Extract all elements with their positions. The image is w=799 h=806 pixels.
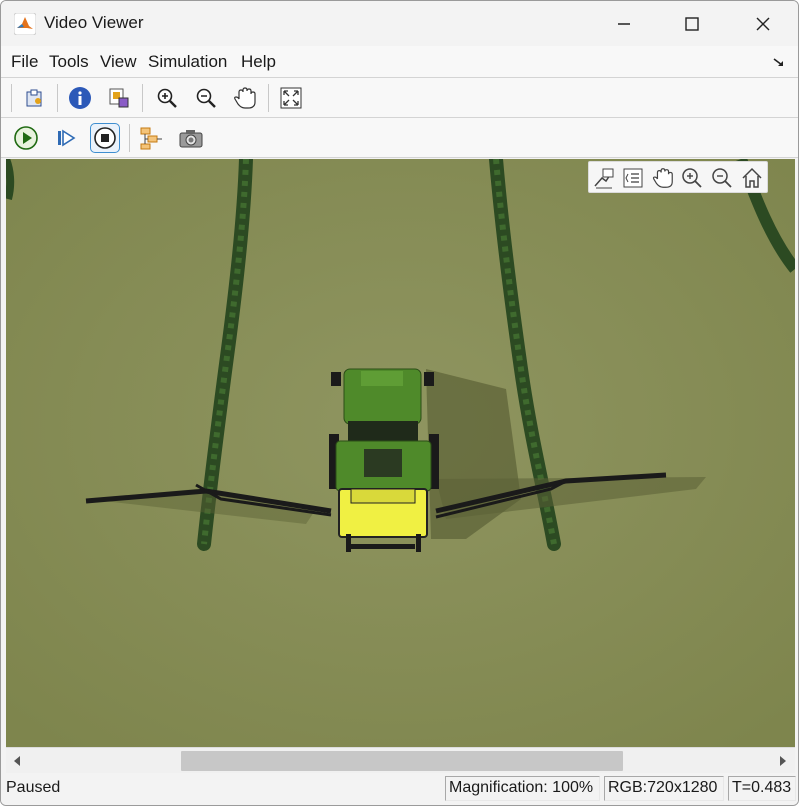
home-icon <box>742 167 762 188</box>
print-icon <box>26 89 42 107</box>
horizontal-scrollbar[interactable] <box>6 747 795 773</box>
menu-simulation[interactable]: Simulation <box>148 52 227 72</box>
zoom-in-icon <box>682 168 702 188</box>
play-icon <box>14 126 38 150</box>
scroll-left-button[interactable] <box>9 752 25 770</box>
snapshot-button[interactable] <box>176 123 206 153</box>
axes-pan-button[interactable] <box>649 164 677 192</box>
status-time: T=0.483 <box>728 776 796 801</box>
matlab-icon <box>14 13 36 35</box>
toolbar-separator <box>11 84 12 112</box>
toolbar-separator <box>268 84 269 112</box>
menu-tools[interactable]: Tools <box>49 52 89 72</box>
zoom-out-icon <box>196 88 216 108</box>
status-state: Paused <box>6 779 61 796</box>
window-title: Video Viewer <box>44 13 144 32</box>
axes-home-button[interactable] <box>738 164 766 192</box>
pan-hand-icon <box>652 168 673 188</box>
toolbar-separator <box>142 84 143 112</box>
undock-arrow-icon[interactable] <box>771 56 787 70</box>
toolbar-separator <box>57 84 58 112</box>
minimize-button[interactable] <box>589 1 659 46</box>
image-export-icon <box>109 88 129 108</box>
status-bar: Paused Magnification: 100% RGB:720x1280 … <box>1 773 798 805</box>
status-magnification: Magnification: 100% <box>445 776 600 801</box>
legend-icon <box>623 168 643 188</box>
highlight-block-icon <box>140 127 162 150</box>
highlight-block-button[interactable] <box>136 123 166 153</box>
toolbar-main <box>1 78 798 118</box>
step-forward-icon <box>58 129 76 147</box>
scroll-left-icon <box>14 756 20 766</box>
axes-zoom-out-button[interactable] <box>708 164 736 192</box>
minimize-icon <box>618 22 630 25</box>
menu-bar: File Tools View Simulation Help <box>1 46 798 78</box>
pan-button[interactable] <box>230 83 260 113</box>
legend-button[interactable] <box>619 164 647 192</box>
scroll-right-icon <box>780 756 786 766</box>
axes-zoom-in-button[interactable] <box>678 164 706 192</box>
zoom-out-button[interactable] <box>191 83 221 113</box>
print-button[interactable] <box>20 83 50 113</box>
info-button[interactable] <box>65 83 95 113</box>
title-bar: Video Viewer <box>1 1 798 46</box>
zoom-out-icon <box>712 168 732 188</box>
data-tips-icon <box>594 168 614 189</box>
close-button[interactable] <box>728 1 798 46</box>
fit-to-window-button[interactable] <box>276 83 306 113</box>
zoom-in-button[interactable] <box>152 83 182 113</box>
play-button[interactable] <box>11 123 41 153</box>
step-forward-button[interactable] <box>51 123 81 153</box>
maximize-icon <box>685 16 699 31</box>
pan-hand-icon <box>234 87 256 109</box>
menu-file[interactable]: File <box>11 52 38 72</box>
scroll-right-button[interactable] <box>775 752 791 770</box>
image-export-button[interactable] <box>104 83 134 113</box>
scroll-thumb[interactable] <box>181 751 623 771</box>
zoom-in-icon <box>157 88 177 108</box>
video-viewer-window: Video Viewer File Tools View Simulation … <box>0 0 799 806</box>
video-frame <box>6 159 795 747</box>
menu-view[interactable]: View <box>100 52 137 72</box>
menu-help[interactable]: Help <box>241 52 276 72</box>
snapshot-camera-icon <box>179 130 203 148</box>
data-tips-button[interactable] <box>590 164 618 192</box>
video-display[interactable] <box>6 159 795 747</box>
toolbar-separator <box>129 124 130 152</box>
stop-button[interactable] <box>90 123 120 153</box>
maximize-button[interactable] <box>657 1 727 46</box>
status-format: RGB:720x1280 <box>604 776 724 801</box>
close-icon <box>756 17 770 30</box>
toolbar-simulation <box>1 118 798 158</box>
info-icon <box>69 87 91 109</box>
stop-icon <box>94 127 116 149</box>
axes-toolbar <box>588 161 768 193</box>
fit-to-window-icon <box>280 87 302 109</box>
